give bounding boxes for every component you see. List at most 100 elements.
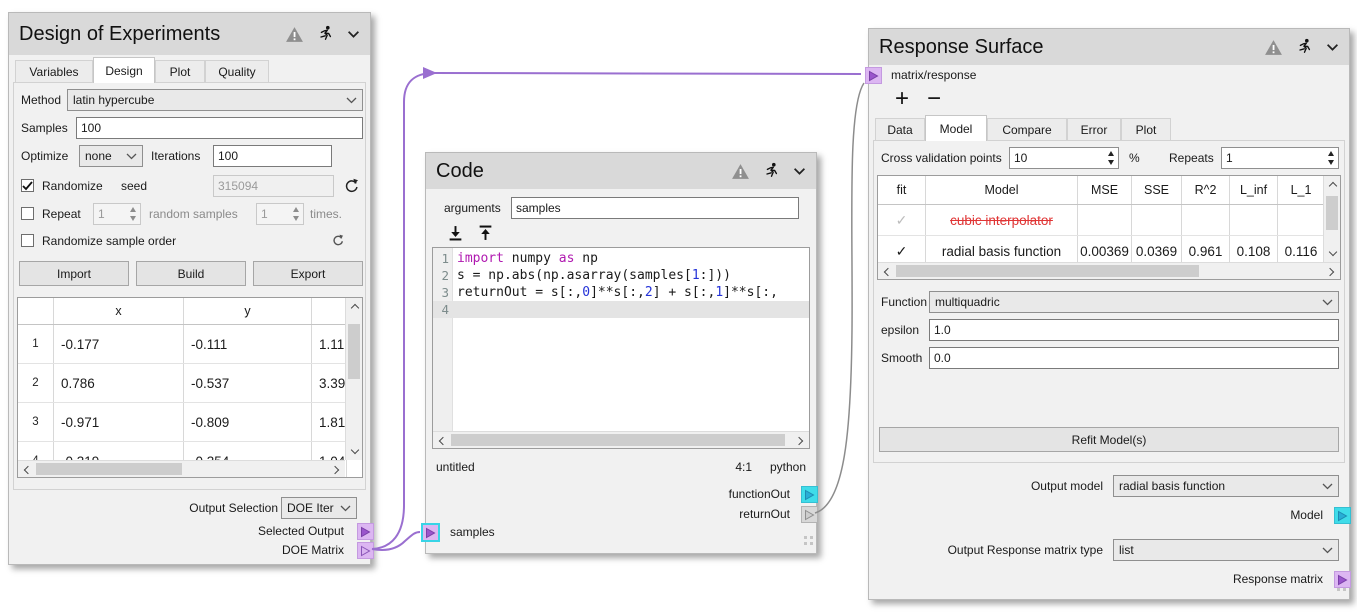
model-value-cell[interactable] xyxy=(1278,205,1325,235)
scrollbar-thumb[interactable] xyxy=(896,265,1199,277)
collapse-chevron-icon[interactable] xyxy=(347,30,360,39)
doe-value-cell[interactable]: -0.111 xyxy=(184,325,312,363)
tab-data[interactable]: Data xyxy=(875,118,925,141)
tab-plot[interactable]: Plot xyxy=(155,60,205,83)
model-column-header[interactable]: MSE xyxy=(1078,176,1132,204)
doe-matrix-port[interactable] xyxy=(357,542,374,559)
doe-column-header[interactable]: x xyxy=(54,298,184,324)
doe-table-hscrollbar[interactable] xyxy=(18,460,345,477)
doe-value-cell[interactable]: -0.537 xyxy=(184,364,312,402)
run-icon[interactable] xyxy=(318,25,333,43)
code-line[interactable]: 3returnOut = s[:,0]**s[:,2] + s[:,1]**s[… xyxy=(433,284,809,301)
fit-check-cell[interactable]: ✓ xyxy=(878,205,926,235)
doe-value-cell[interactable]: -0.177 xyxy=(54,325,184,363)
doe-table-row[interactable]: 3-0.971-0.8091.81 xyxy=(18,403,362,442)
scroll-left-button[interactable] xyxy=(18,461,35,478)
randomize-order-checkbox[interactable] xyxy=(21,234,34,247)
row-index-cell[interactable]: 3 xyxy=(18,403,54,441)
run-icon[interactable] xyxy=(764,162,779,180)
scrollbar-thumb[interactable] xyxy=(451,434,785,446)
model-output-port[interactable] xyxy=(1334,507,1351,524)
spinner-arrows[interactable] xyxy=(126,204,140,224)
refit-models-button[interactable]: Refit Model(s) xyxy=(879,427,1339,452)
model-column-header[interactable]: fit xyxy=(878,176,926,204)
doe-table-row[interactable]: 20.786-0.5373.39 xyxy=(18,364,362,403)
tab-design[interactable]: Design xyxy=(93,57,155,83)
doe-table-row[interactable]: 1-0.177-0.1111.11 xyxy=(18,325,362,364)
cross-validation-spinner[interactable]: 10 xyxy=(1009,147,1119,169)
warning-icon[interactable] xyxy=(285,26,304,43)
tab-error[interactable]: Error xyxy=(1067,118,1121,141)
epsilon-input[interactable]: 1.0 xyxy=(929,319,1339,341)
tab-plot[interactable]: Plot xyxy=(1121,118,1171,141)
editor-hscrollbar[interactable] xyxy=(433,431,809,448)
model-value-cell[interactable]: cubic interpolator xyxy=(926,205,1078,235)
spinner-arrows[interactable] xyxy=(1324,148,1338,168)
scroll-left-button[interactable] xyxy=(878,263,895,280)
function-dropdown[interactable]: multiquadric xyxy=(929,291,1339,313)
doe-node-panel[interactable]: Design of Experiments Variables Design P… xyxy=(8,12,371,565)
warning-icon[interactable] xyxy=(731,163,750,180)
add-response-button[interactable]: + xyxy=(895,87,909,111)
build-button[interactable]: Build xyxy=(136,261,246,286)
model-value-cell[interactable] xyxy=(1182,205,1230,235)
model-table[interactable]: fitModelMSESSER^2L_infL_1 ✓cubic interpo… xyxy=(877,175,1341,280)
doe-column-header[interactable] xyxy=(312,298,347,324)
tab-variables[interactable]: Variables xyxy=(15,60,93,83)
code-node-panel[interactable]: Code arguments samples 1import numpy as … xyxy=(425,152,817,554)
model-table-row[interactable]: ✓cubic interpolator xyxy=(878,205,1340,236)
optimize-dropdown[interactable]: none xyxy=(79,145,143,167)
refresh-order-icon[interactable] xyxy=(332,234,344,246)
doe-sample-table[interactable]: xy 1-0.177-0.1111.1120.786-0.5373.393-0.… xyxy=(17,297,363,478)
scroll-right-button[interactable] xyxy=(1323,263,1340,280)
output-selection-dropdown[interactable]: DOE Iter xyxy=(281,497,357,519)
model-column-header[interactable]: Model xyxy=(926,176,1078,204)
smooth-input[interactable]: 0.0 xyxy=(929,347,1339,369)
download-code-icon[interactable] xyxy=(448,225,463,241)
randomize-checkbox[interactable] xyxy=(21,179,34,192)
doe-value-cell[interactable]: 1.11 xyxy=(312,325,347,363)
repeat-count-spinner[interactable]: 1 xyxy=(93,203,141,225)
model-value-cell[interactable] xyxy=(1132,205,1182,235)
scroll-down-button[interactable] xyxy=(346,443,363,460)
iterations-input[interactable]: 100 xyxy=(213,145,332,167)
scroll-right-button[interactable] xyxy=(328,461,345,478)
code-line[interactable]: 2s = np.abs(np.asarray(samples[1:])) xyxy=(433,267,809,284)
random-samples-spinner[interactable]: 1 xyxy=(256,203,304,225)
doe-value-cell[interactable]: -0.971 xyxy=(54,403,184,441)
returnout-port[interactable] xyxy=(801,506,818,523)
samples-input-port[interactable] xyxy=(421,523,440,542)
method-dropdown[interactable]: latin hypercube xyxy=(67,89,363,111)
doe-titlebar[interactable]: Design of Experiments xyxy=(9,13,370,55)
samples-input[interactable]: 100 xyxy=(76,117,363,139)
doe-column-header[interactable]: y xyxy=(184,298,312,324)
scroll-right-button[interactable] xyxy=(792,432,809,449)
doe-value-cell[interactable]: -0.809 xyxy=(184,403,312,441)
code-editor[interactable]: 1import numpy as np2s = np.abs(np.asarra… xyxy=(432,247,810,449)
response-matrix-output-port[interactable] xyxy=(1334,571,1351,588)
run-icon[interactable] xyxy=(1297,38,1312,56)
doe-table-vscrollbar[interactable] xyxy=(345,298,362,460)
response-surface-node-panel[interactable]: Response Surface matrix/response + − Dat… xyxy=(868,28,1350,600)
output-matrix-type-dropdown[interactable]: list xyxy=(1113,539,1339,561)
scroll-up-button[interactable] xyxy=(1324,176,1341,193)
model-table-hscrollbar[interactable] xyxy=(878,262,1340,279)
code-titlebar[interactable]: Code xyxy=(426,153,816,189)
import-button[interactable]: Import xyxy=(19,261,129,286)
output-model-dropdown[interactable]: radial basis function xyxy=(1113,475,1339,497)
doe-column-header[interactable] xyxy=(18,298,54,324)
collapse-chevron-icon[interactable] xyxy=(1326,43,1339,52)
model-table-vscrollbar[interactable] xyxy=(1323,176,1340,262)
functionout-port[interactable] xyxy=(801,486,818,503)
model-column-header[interactable]: L_inf xyxy=(1230,176,1278,204)
scroll-up-button[interactable] xyxy=(346,298,363,315)
doe-value-cell[interactable]: 0.786 xyxy=(54,364,184,402)
model-column-header[interactable]: L_1 xyxy=(1278,176,1325,204)
model-value-cell[interactable] xyxy=(1230,205,1278,235)
wire-doe-matrix-to-samples[interactable] xyxy=(372,532,420,550)
upload-code-icon[interactable] xyxy=(478,225,493,241)
arguments-input[interactable]: samples xyxy=(511,197,799,219)
model-column-header[interactable]: R^2 xyxy=(1182,176,1230,204)
scroll-down-button[interactable] xyxy=(1324,245,1341,262)
seed-input[interactable]: 315094 xyxy=(213,175,334,197)
